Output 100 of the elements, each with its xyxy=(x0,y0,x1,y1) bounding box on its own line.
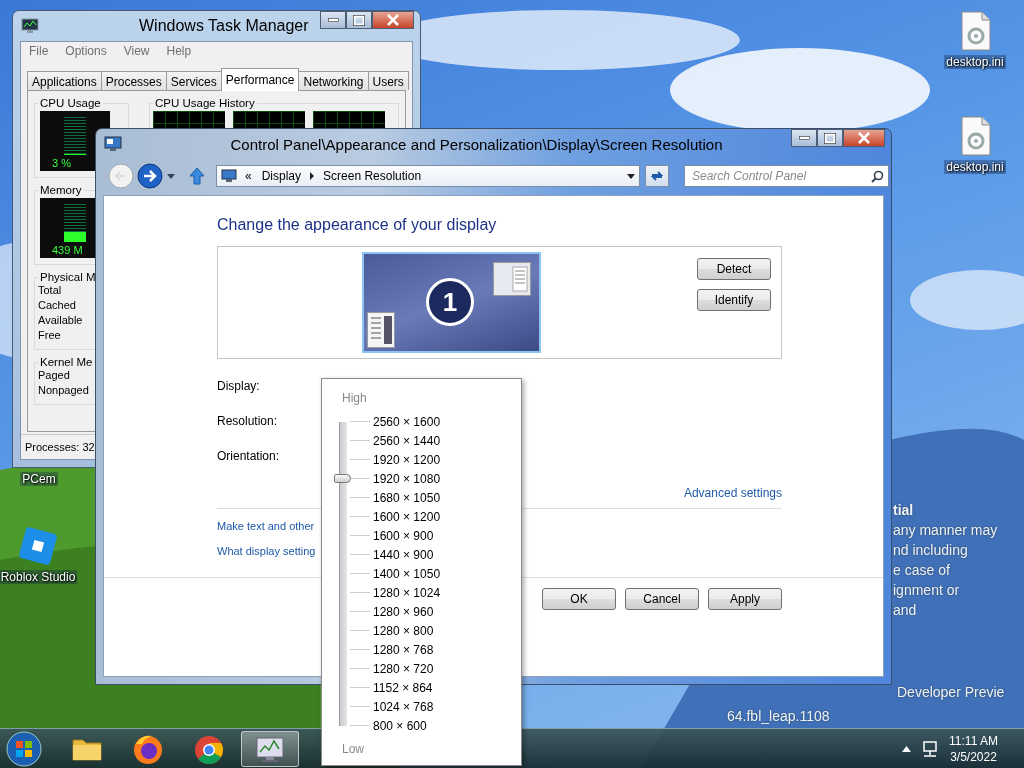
memory-stat-label: Total xyxy=(38,283,63,298)
refresh-icon xyxy=(650,169,665,183)
dialog-button[interactable]: Cancel xyxy=(625,588,699,610)
close-icon xyxy=(858,132,870,144)
tab[interactable]: Services xyxy=(165,71,222,90)
help-link[interactable]: What display setting xyxy=(217,543,316,559)
desktop-icon-label: PCem xyxy=(20,472,58,486)
tab[interactable]: Applications xyxy=(27,71,102,90)
resolution-option[interactable]: 1680 × 1050 xyxy=(350,488,441,507)
memory-stat-label: Nonpaged xyxy=(38,383,90,398)
resolution-option[interactable]: 1152 × 864 xyxy=(350,678,441,697)
maximize-icon xyxy=(824,132,836,144)
close-button[interactable] xyxy=(372,11,414,29)
resolution-option[interactable]: 1280 × 720 xyxy=(350,659,441,678)
high-label: High xyxy=(342,391,367,405)
window-thumbnail-icon xyxy=(367,312,395,348)
start-button[interactable] xyxy=(4,729,44,768)
resolution-option[interactable]: 1280 × 800 xyxy=(350,621,441,640)
minimize-button[interactable] xyxy=(320,11,346,29)
close-button[interactable] xyxy=(843,129,885,147)
menu-item[interactable]: Options xyxy=(65,44,107,58)
tab[interactable]: Processes xyxy=(100,71,167,90)
resolution-option[interactable]: 1280 × 1024 xyxy=(350,583,441,602)
menu-item[interactable]: File xyxy=(29,44,49,58)
status-text: Processes: 32 xyxy=(25,441,95,453)
network-icon xyxy=(921,739,940,758)
search-field[interactable]: Search Control Panel xyxy=(684,165,889,187)
tab[interactable]: Users xyxy=(367,71,409,90)
group-label: CPU Usage History xyxy=(154,97,256,109)
breadcrumb[interactable]: Screen Resolution xyxy=(321,169,424,183)
clock-time: 11:11 AM xyxy=(949,732,998,749)
show-hidden-icons-button[interactable] xyxy=(902,745,912,752)
resolution-option[interactable]: 800 × 600 xyxy=(350,716,441,735)
breadcrumb-overflow[interactable]: « xyxy=(243,169,254,183)
chevron-right-icon xyxy=(309,172,316,180)
monitor-number: 1 xyxy=(426,278,474,326)
resolution-option[interactable]: 1920 × 1200 xyxy=(350,450,441,469)
monitor-preview[interactable]: 1 xyxy=(362,252,541,353)
maximize-button[interactable] xyxy=(817,129,843,147)
taskbar-app-button[interactable] xyxy=(241,730,299,767)
group-label: Memory xyxy=(39,184,83,196)
side-button[interactable]: Detect xyxy=(697,258,771,280)
close-icon xyxy=(387,14,399,26)
resolution-option[interactable]: 1440 × 900 xyxy=(350,545,441,564)
minimize-icon xyxy=(327,18,339,22)
resolution-option[interactable]: 1024 × 768 xyxy=(350,697,441,716)
build-info-text: Developer Previe xyxy=(897,684,1005,700)
meter-reading: 439 M xyxy=(52,244,83,256)
dropdown-caret-icon xyxy=(627,173,636,179)
window-title: Control Panel\Appearance and Personalization\Display\Screen Resolution xyxy=(229,135,724,153)
resolution-option[interactable]: 2560 × 1600 xyxy=(350,412,441,431)
field-label: Orientation: xyxy=(217,448,280,465)
memory-stat-label: Available xyxy=(38,313,84,328)
monitor-icon xyxy=(221,169,237,183)
tab[interactable]: Performance xyxy=(220,68,300,91)
desktop-icon[interactable]: Roblox Studio xyxy=(0,525,78,584)
resolution-option[interactable]: 1280 × 768 xyxy=(350,640,441,659)
resolution-option[interactable]: 1600 × 900 xyxy=(350,526,441,545)
group-label: Physical M xyxy=(39,271,97,283)
maximize-button[interactable] xyxy=(346,11,372,29)
resolution-option[interactable]: 1280 × 960 xyxy=(350,602,441,621)
watermark-text: e case of xyxy=(893,561,951,580)
up-button[interactable] xyxy=(189,167,205,185)
refresh-button[interactable] xyxy=(645,165,669,187)
resolution-option[interactable]: 1400 × 1050 xyxy=(350,564,441,583)
address-bar[interactable]: « Display Screen Resolution xyxy=(216,165,641,187)
watermark-text: tial xyxy=(893,501,915,520)
side-button[interactable]: Identify xyxy=(697,289,771,311)
minimize-button[interactable] xyxy=(791,129,817,147)
group-label: Kernel Me xyxy=(39,356,94,368)
menu-item[interactable]: Help xyxy=(166,44,192,58)
resolution-option[interactable]: 1920 × 1080 xyxy=(350,469,441,488)
build-info-text: 64.fbl_leap.1108 xyxy=(727,708,830,724)
field-label: Display: xyxy=(217,378,260,395)
dialog-button[interactable]: OK xyxy=(542,588,616,610)
window-thumbnail-icon xyxy=(493,262,531,296)
minimize-icon xyxy=(798,136,810,140)
watermark-text: ignment or xyxy=(893,581,961,600)
dialog-button[interactable]: Apply xyxy=(708,588,782,610)
low-label: Low xyxy=(342,742,364,756)
help-link[interactable]: Make text and other xyxy=(217,518,315,534)
clock[interactable]: 11:11 AM 3/5/2022 xyxy=(949,732,998,765)
resolution-option[interactable]: 2560 × 1440 xyxy=(350,431,441,450)
window-title: Windows Task Manager xyxy=(139,17,309,35)
watermark-text: any manner may xyxy=(893,521,998,540)
page-heading: Change the appearance of your display xyxy=(217,215,497,235)
maximize-icon xyxy=(353,14,365,26)
forward-button[interactable] xyxy=(137,163,163,189)
up-arrow-icon xyxy=(189,167,205,185)
desktop-icon[interactable]: desktop.ini xyxy=(935,10,1015,69)
resolution-option[interactable]: 1600 × 1200 xyxy=(350,507,441,526)
breadcrumb[interactable]: Display xyxy=(259,169,304,183)
advanced-settings-link[interactable]: Advanced settings xyxy=(683,485,782,501)
desktop-icon[interactable]: desktop.ini xyxy=(935,115,1015,174)
memory-stat-label: Free xyxy=(38,328,62,343)
resolution-slider-thumb[interactable] xyxy=(334,474,351,483)
menu-item[interactable]: View xyxy=(123,44,150,58)
monitor-chart-icon xyxy=(21,18,39,34)
tab[interactable]: Networking xyxy=(298,71,369,90)
desktop-icon[interactable]: PCem xyxy=(0,472,79,486)
